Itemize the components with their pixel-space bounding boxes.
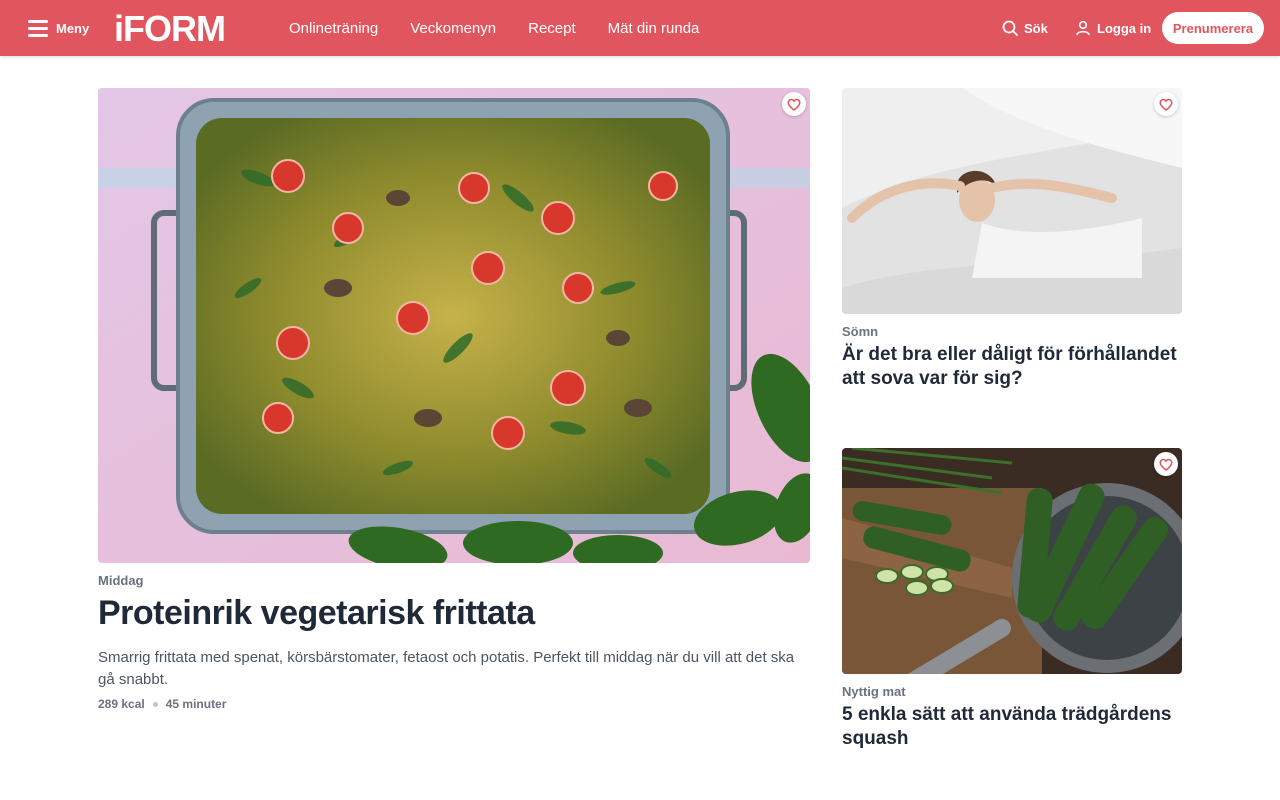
- side-article-card[interactable]: Sömn Är det bra eller dåligt för förhåll…: [842, 88, 1182, 391]
- search-icon: [1002, 20, 1018, 36]
- nav-mat-din-runda[interactable]: Mät din runda: [608, 20, 700, 37]
- sleep-photo: [842, 88, 1182, 314]
- search-label: Sök: [1024, 20, 1048, 36]
- article-category[interactable]: Nyttig mat: [842, 684, 1182, 699]
- frittata-image[interactable]: [98, 88, 810, 563]
- article-title[interactable]: Proteinrik vegetarisk frittata: [98, 594, 810, 633]
- nav-recept[interactable]: Recept: [528, 20, 576, 37]
- heart-icon: [1159, 458, 1173, 471]
- logo-text: iFORM: [114, 10, 225, 46]
- heart-icon: [787, 98, 801, 111]
- login-label: Logga in: [1097, 20, 1152, 36]
- kcal-label: 289 kcal: [98, 697, 145, 712]
- article-category[interactable]: Middag: [98, 573, 810, 588]
- time-label: 45 minuter: [165, 697, 227, 712]
- main-nav: Onlineträning Veckomenyn Recept Mät din …: [289, 0, 699, 56]
- side-article-card[interactable]: Nyttig mat 5 enkla sätt att använda träd…: [842, 448, 1182, 751]
- separator-dot: [152, 701, 158, 707]
- favorite-button[interactable]: [1154, 452, 1178, 476]
- search-button[interactable]: Sök: [1002, 0, 1048, 56]
- squash-image[interactable]: [842, 448, 1182, 674]
- sleep-image[interactable]: [842, 88, 1182, 314]
- article-category[interactable]: Sömn: [842, 324, 1182, 339]
- heart-icon: [1159, 98, 1173, 111]
- site-logo[interactable]: iFORM: [114, 8, 246, 48]
- article-description: Smarrig frittata med spenat, körsbärstom…: [98, 649, 795, 689]
- frittata-photo: [98, 88, 810, 563]
- article-meta: 289 kcal 45 minuter: [98, 697, 810, 711]
- article-title[interactable]: Är det bra eller dåligt för förhållandet…: [842, 343, 1182, 391]
- hamburger-icon: [28, 20, 48, 37]
- squash-photo: [842, 448, 1182, 674]
- nav-veckomenyn[interactable]: Veckomenyn: [410, 20, 496, 37]
- main-article-card[interactable]: Middag Proteinrik vegetarisk frittata Sm…: [98, 88, 810, 711]
- menu-label: Meny: [56, 20, 90, 36]
- article-title[interactable]: 5 enkla sätt att använda trädgårdens squ…: [842, 703, 1182, 751]
- site-header: Meny iFORM Onlineträning Veckomenyn Rece…: [0, 0, 1280, 56]
- user-icon: [1076, 20, 1090, 36]
- favorite-button[interactable]: [1154, 92, 1178, 116]
- iform-logo-icon: iFORM: [114, 10, 226, 46]
- menu-button[interactable]: Meny: [28, 0, 89, 56]
- subscribe-button[interactable]: Prenumerera: [1162, 12, 1264, 44]
- favorite-button[interactable]: [782, 92, 806, 116]
- nav-onlinetraning[interactable]: Onlineträning: [289, 20, 378, 37]
- login-button[interactable]: Logga in: [1075, 0, 1151, 56]
